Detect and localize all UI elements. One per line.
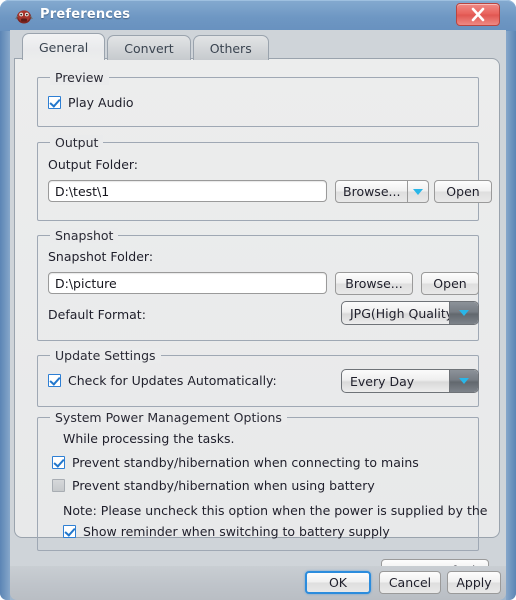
group-update-settings: Update Settings Check for Updates Automa…: [37, 348, 479, 407]
dialog-button-bar: OK Cancel Apply: [10, 566, 506, 600]
chevron-down-icon: [413, 188, 424, 195]
snapshot-folder-label: Snapshot Folder:: [48, 249, 154, 264]
title-bar: Preferences: [0, 0, 516, 31]
preferences-window: Preferences General Convert Others Previ…: [0, 0, 516, 600]
group-update-legend: Update Settings: [50, 348, 161, 363]
tab-bar: General Convert Others: [22, 33, 271, 60]
close-button[interactable]: [456, 3, 500, 26]
checkbox-box: [63, 525, 76, 538]
cancel-button[interactable]: Cancel: [379, 571, 441, 594]
window-frame-right: [506, 0, 516, 600]
power-note-text: Note: Please uncheck this option when th…: [63, 503, 488, 518]
output-browse-dropdown-button[interactable]: [408, 180, 430, 203]
checkbox-box: [48, 96, 61, 109]
output-folder-label: Output Folder:: [48, 157, 139, 172]
play-audio-label: Play Audio: [68, 95, 134, 110]
update-frequency-dropdown-button[interactable]: [449, 370, 478, 392]
update-frequency-combobox[interactable]: Every Day: [341, 369, 479, 393]
chevron-down-icon: [459, 378, 469, 384]
show-reminder-label: Show reminder when switching to battery …: [83, 524, 390, 539]
tab-others[interactable]: Others: [192, 35, 269, 60]
group-snapshot-legend: Snapshot: [50, 228, 119, 243]
default-format-dropdown-button[interactable]: [449, 302, 478, 324]
group-power-legend: System Power Management Options: [50, 410, 287, 425]
prevent-standby-mains-label: Prevent standby/hibernation when connect…: [72, 455, 419, 470]
output-browse-split-button: Browse...: [335, 180, 430, 203]
default-format-label: Default Format:: [48, 307, 146, 322]
check-updates-label: Check for Updates Automatically:: [68, 373, 277, 388]
snapshot-folder-input[interactable]: [48, 272, 327, 294]
snapshot-open-button[interactable]: Open: [421, 272, 479, 295]
output-browse-button[interactable]: Browse...: [335, 180, 409, 203]
snapshot-browse-button[interactable]: Browse...: [335, 272, 413, 295]
default-format-combobox[interactable]: JPG(High Quality): [341, 301, 479, 325]
output-open-button[interactable]: Open: [434, 180, 492, 203]
prevent-standby-battery-label: Prevent standby/hibernation when using b…: [72, 478, 375, 493]
window-frame-left: [0, 0, 10, 600]
update-frequency-value: Every Day: [350, 373, 415, 389]
app-icon: [15, 7, 33, 25]
checkbox-box: [52, 456, 65, 469]
prevent-standby-battery-checkbox[interactable]: Prevent standby/hibernation when using b…: [52, 478, 375, 493]
group-snapshot: Snapshot Snapshot Folder: Browse... Open…: [37, 228, 479, 341]
group-preview-legend: Preview: [50, 70, 109, 85]
tab-panel: General Convert Others Preview Play Audi…: [10, 33, 506, 582]
check-updates-checkbox[interactable]: Check for Updates Automatically:: [48, 373, 277, 388]
prevent-standby-mains-checkbox[interactable]: Prevent standby/hibernation when connect…: [52, 455, 419, 470]
ok-button[interactable]: OK: [305, 571, 371, 594]
checkbox-box: [48, 374, 61, 387]
checkbox-box: [52, 479, 65, 492]
play-audio-checkbox[interactable]: Play Audio: [48, 95, 134, 110]
close-icon: [471, 7, 485, 22]
apply-button[interactable]: Apply: [447, 571, 501, 594]
tab-general[interactable]: General: [22, 33, 106, 60]
chevron-down-icon: [459, 310, 469, 316]
group-power-management: System Power Management Options While pr…: [37, 410, 487, 551]
group-output-legend: Output: [50, 135, 104, 150]
group-output: Output Output Folder: Browse... Open: [37, 135, 492, 221]
show-reminder-checkbox[interactable]: Show reminder when switching to battery …: [63, 524, 390, 539]
power-intro-text: While processing the tasks.: [63, 431, 235, 446]
group-preview: Preview Play Audio: [37, 70, 479, 127]
default-format-value: JPG(High Quality): [350, 305, 449, 321]
output-folder-input[interactable]: [48, 180, 327, 202]
tab-convert[interactable]: Convert: [107, 35, 191, 60]
tab-content-general: Preview Play Audio Output Output Folder:…: [14, 58, 500, 582]
window-title: Preferences: [40, 7, 131, 22]
